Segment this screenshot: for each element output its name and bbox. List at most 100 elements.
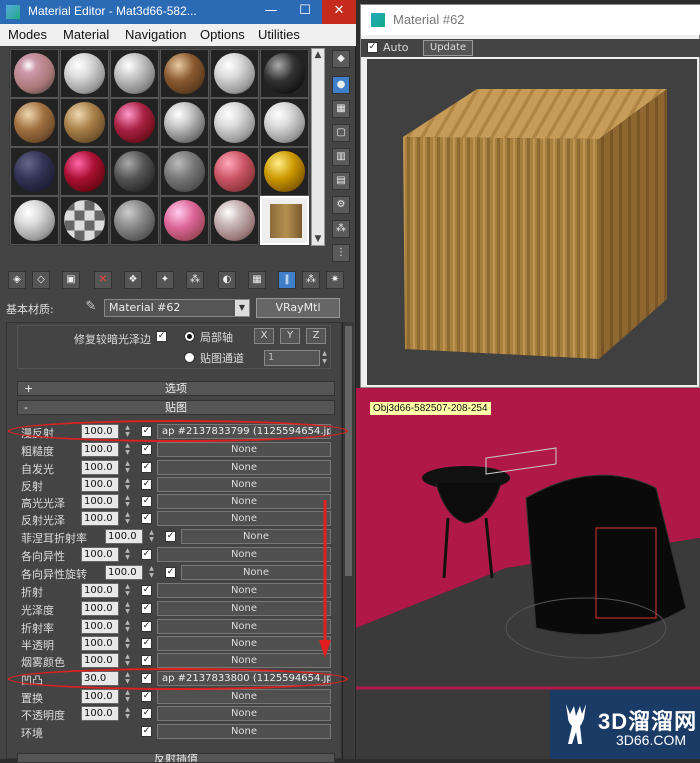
map-slot-button[interactable]: None [157,706,331,721]
sample-slot[interactable] [210,196,259,245]
map-amount-input[interactable]: 100.0 [81,653,119,668]
sample-slot[interactable] [10,49,59,98]
sample-slot[interactable] [210,49,259,98]
sample-slot[interactable] [160,49,209,98]
map-amount-input[interactable]: 100.0 [105,529,143,544]
sample-slot[interactable] [60,147,109,196]
map-enable-checkbox[interactable]: ✓ [141,513,152,524]
map-enable-checkbox[interactable]: ✓ [141,603,152,614]
map-enable-checkbox[interactable]: ✓ [165,531,176,542]
map-enable-checkbox[interactable]: ✓ [141,726,152,737]
sample-slot[interactable] [260,147,309,196]
map-enable-checkbox[interactable]: ✓ [165,567,176,578]
sample-slot-active[interactable] [260,196,309,245]
sample-slot[interactable] [110,49,159,98]
axis-z-button[interactable]: Z [306,328,326,344]
map-slot-button[interactable]: None [157,619,331,634]
sample-slot[interactable] [260,98,309,147]
map-amount-input[interactable]: 100.0 [81,619,119,634]
map-amount-spinner[interactable]: ▲ ▼ [123,619,132,634]
map-amount-spinner[interactable]: ▲ ▼ [123,601,132,616]
sample-slot[interactable] [60,98,109,147]
map-amount-spinner[interactable]: ▲ ▼ [123,547,132,562]
map-amount-spinner[interactable]: ▲ ▼ [123,706,132,721]
sample-slot[interactable] [260,49,309,98]
chevron-down-icon[interactable]: ▼ [235,300,249,316]
map-enable-checkbox[interactable]: ✓ [141,708,152,719]
map-amount-input[interactable]: 100.0 [81,460,119,475]
slots-scrollbar[interactable]: ▲ ▼ [311,48,325,246]
options-icon[interactable]: ⚙ [332,196,350,214]
put-to-library-icon[interactable]: ⁂ [186,271,204,289]
map-amount-spinner[interactable]: ▲ ▼ [147,529,156,544]
material-id-channel-icon[interactable]: ◐ [218,271,236,289]
map-amount-spinner[interactable]: ▲ ▼ [147,565,156,580]
map-slot-button[interactable]: None [181,529,331,544]
map-slot-button[interactable]: None [157,442,331,457]
map-enable-checkbox[interactable]: ✓ [141,621,152,632]
sample-type-icon[interactable]: ◆ [332,50,350,68]
minimize-button[interactable]: — [254,0,288,24]
map-amount-spinner[interactable]: ▲ ▼ [123,477,132,492]
go-forward-sibling-icon[interactable]: ✷ [326,271,344,289]
menu-navigation[interactable]: Navigation [125,27,186,42]
background-icon[interactable]: ▦ [332,100,350,118]
menu-material[interactable]: Material [63,27,109,42]
sample-slot[interactable] [10,196,59,245]
scroll-down-icon[interactable]: ▼ [312,233,324,245]
map-enable-checkbox[interactable]: ✓ [141,496,152,507]
video-color-check-icon[interactable]: ▥ [332,148,350,166]
map-slot-button[interactable]: None [157,583,331,598]
map-amount-input[interactable]: 100.0 [81,636,119,651]
map-slot-button[interactable]: None [157,724,331,739]
map-enable-checkbox[interactable]: ✓ [141,444,152,455]
map-amount-spinner[interactable]: ▲ ▼ [123,460,132,475]
map-slot-button[interactable]: None [157,511,331,526]
eyedropper-icon[interactable]: ✎ [82,299,100,317]
material-editor-titlebar[interactable]: Material Editor - Mat3d66-582... — ☐ ✕ [0,0,356,24]
make-unique-icon[interactable]: ✦ [156,271,174,289]
axis-y-button[interactable]: Y [280,328,300,344]
sample-slot[interactable] [60,196,109,245]
fix-dark-edges-checkbox[interactable]: ✓ [156,331,167,342]
map-amount-spinner[interactable]: ▲ ▼ [123,442,132,457]
map-channel-input[interactable]: 1 [264,350,320,366]
map-amount-spinner[interactable]: ▲ ▼ [123,653,132,668]
sample-slot[interactable] [210,98,259,147]
panel-scrollbar[interactable] [342,322,354,759]
material-map-navigator-icon[interactable]: ⋮ [332,244,350,262]
map-amount-spinner[interactable]: ▲ ▼ [123,511,132,526]
scroll-thumb[interactable] [345,326,352,576]
preview-titlebar[interactable]: Material #62 [361,5,700,35]
menu-utilities[interactable]: Utilities [258,27,300,42]
reset-map-icon[interactable]: ✕ [94,271,112,289]
material-name-dropdown[interactable]: Material #62 ▼ [104,299,250,317]
map-slot-button[interactable]: None [157,636,331,651]
map-slot-button[interactable]: None [157,689,331,704]
sample-slot[interactable] [10,147,59,196]
map-amount-input[interactable]: 100.0 [81,601,119,616]
map-amount-input[interactable]: 100.0 [81,689,119,704]
map-amount-spinner[interactable]: ▲ ▼ [123,494,132,509]
map-channel-radio[interactable] [184,352,195,363]
sample-slot[interactable] [160,147,209,196]
map-enable-checkbox[interactable]: ✓ [141,479,152,490]
sample-uv-tiling-icon[interactable]: ▢ [332,124,350,142]
material-type-button[interactable]: VRayMtl [256,298,340,318]
rollout-maps[interactable]: - 贴图 [17,400,335,415]
map-enable-checkbox[interactable]: ✓ [141,638,152,649]
map-channel-spinner[interactable]: ▲ ▼ [320,350,329,366]
map-amount-input[interactable]: 100.0 [81,547,119,562]
sample-slot[interactable] [60,49,109,98]
axis-x-button[interactable]: X [254,328,274,344]
sample-slot[interactable] [210,147,259,196]
map-amount-input[interactable]: 100.0 [81,442,119,457]
menu-modes[interactable]: Modes [8,27,47,42]
map-amount-spinner[interactable]: ▲ ▼ [123,583,132,598]
put-to-scene-icon[interactable]: ◇ [32,271,50,289]
auto-checkbox[interactable]: ✓ [367,42,378,53]
sample-slot[interactable] [110,98,159,147]
map-enable-checkbox[interactable]: ✓ [141,462,152,473]
map-slot-button[interactable]: None [157,601,331,616]
close-button[interactable]: ✕ [322,0,356,24]
